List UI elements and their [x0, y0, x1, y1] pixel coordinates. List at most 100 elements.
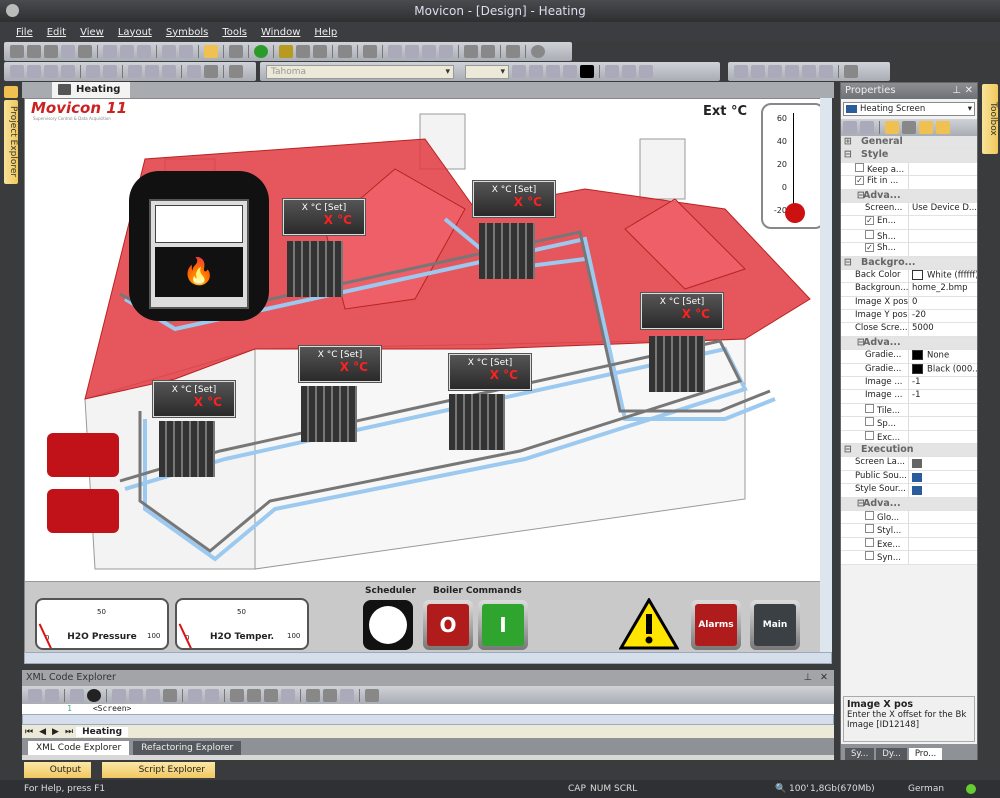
collapse-icon[interactable]: ⊟	[841, 190, 865, 202]
property-row[interactable]: Gradie... None	[841, 350, 977, 364]
radiator[interactable]	[479, 223, 535, 279]
property-value[interactable]: White (ffffff)	[927, 270, 977, 280]
property-row[interactable]: Sh...	[841, 229, 977, 244]
first-sheet-icon[interactable]: ⏮	[22, 727, 36, 737]
screen-canvas[interactable]: Movicon 11 Supervisory Control & Data Ac…	[24, 98, 832, 654]
tag-icon[interactable]	[338, 45, 352, 58]
chevron-down-icon[interactable]: ▾	[968, 103, 972, 115]
pin-icon[interactable]: ⊥	[804, 670, 812, 686]
collapse-icon[interactable]: ⊟	[841, 337, 865, 349]
menu-window[interactable]: Window	[261, 27, 300, 38]
property-row[interactable]: Syn...	[841, 551, 977, 565]
checkbox[interactable]	[855, 162, 864, 172]
property-row[interactable]: Exe...	[841, 537, 977, 552]
tab-heating[interactable]: Heating ✕	[52, 82, 130, 111]
scheduler-button[interactable]	[363, 600, 413, 650]
xml-horizontal-scrollbar[interactable]	[22, 714, 834, 725]
property-row[interactable]: Keep a...	[841, 162, 977, 177]
menu-tools[interactable]: Tools	[222, 27, 247, 38]
redo-icon[interactable]	[179, 45, 193, 58]
collapse-icon[interactable]: ⊟	[841, 257, 855, 269]
checkbox[interactable]	[865, 537, 874, 547]
front-icon[interactable]	[734, 65, 748, 78]
object-selector[interactable]: Heating Screen ▾	[843, 102, 975, 116]
checkbox[interactable]	[865, 403, 874, 413]
cut-icon[interactable]	[103, 45, 117, 58]
property-row[interactable]: Style Sour...	[841, 484, 977, 498]
same-size-icon[interactable]	[162, 65, 176, 78]
property-row[interactable]: Image Y pos -20	[841, 310, 977, 324]
property-row[interactable]: Screen... Use Device D...	[841, 202, 977, 217]
property-value[interactable]: home_2.bmp	[912, 283, 968, 293]
text-color-icon[interactable]	[563, 65, 577, 78]
script-explorer-tab[interactable]: Script Explorer	[102, 762, 215, 778]
radiator[interactable]	[159, 421, 215, 477]
pump-2[interactable]	[47, 489, 119, 533]
property-row[interactable]: ⊟ Backgro...	[841, 256, 977, 270]
fill-color-icon[interactable]	[580, 65, 594, 78]
redo-icon[interactable]	[205, 688, 219, 702]
import-icon[interactable]	[405, 45, 419, 58]
clear-bookmarks-icon[interactable]	[281, 688, 295, 702]
property-row[interactable]: Close Scre... 5000	[841, 323, 977, 337]
same-height-icon[interactable]	[145, 65, 159, 78]
bookmark-icon[interactable]	[230, 688, 244, 702]
property-row[interactable]: Gradie... Black (000...	[841, 363, 977, 378]
bold-icon[interactable]	[512, 65, 526, 78]
image-icon[interactable]	[388, 45, 402, 58]
property-row[interactable]: ⊞ General	[841, 136, 977, 150]
align-left-icon[interactable]	[10, 65, 24, 78]
property-row[interactable]: Backgroun... home_2.bmp	[841, 283, 977, 297]
tab-symbols[interactable]: Sy...	[845, 748, 875, 760]
setpoint-display[interactable]: X °C [Set] X °C	[641, 293, 723, 329]
canvas-vertical-scrollbar[interactable]	[820, 98, 832, 652]
setpoint-display[interactable]: X °C [Set] X °C	[473, 181, 555, 217]
setpoint-display[interactable]: X °C [Set] X °C	[299, 346, 381, 382]
checkbox[interactable]	[865, 551, 874, 561]
lock-icon[interactable]	[802, 65, 816, 78]
radiator[interactable]	[301, 386, 357, 442]
apply-icon[interactable]	[843, 121, 857, 134]
pin-icon[interactable]: ⊥	[952, 83, 961, 99]
property-row[interactable]: Sp...	[841, 417, 977, 431]
boiler-off-button[interactable]: O	[423, 600, 473, 650]
font-size-combo[interactable]	[465, 64, 509, 79]
tab-properties[interactable]: Pro...	[908, 748, 943, 760]
property-row[interactable]: Public Sou...	[841, 470, 977, 485]
grid-icon[interactable]	[187, 65, 201, 78]
property-row[interactable]: ⊟ Adva...	[841, 497, 977, 511]
gear-icon[interactable]	[279, 45, 293, 58]
toolbox-tab[interactable]: Toolbox	[982, 84, 998, 154]
property-row[interactable]: ⊟ Execution	[841, 443, 977, 458]
property-value[interactable]: 0	[912, 297, 917, 307]
checkbox[interactable]	[865, 229, 874, 239]
select-all-icon[interactable]	[163, 688, 177, 702]
tab-refactoring-explorer[interactable]: Refactoring Explorer	[133, 741, 242, 755]
xml-code-editor[interactable]: 1 <Screen>	[22, 704, 834, 714]
property-value[interactable]: Use Device D...	[912, 203, 977, 213]
categorized-icon[interactable]	[885, 121, 899, 134]
property-value[interactable]: Black (000...	[927, 364, 977, 374]
paste-icon[interactable]	[146, 688, 160, 702]
collapse-icon[interactable]: ⊟	[841, 149, 855, 161]
back-icon[interactable]	[751, 65, 765, 78]
text-left-icon[interactable]	[605, 65, 619, 78]
same-width-icon[interactable]	[128, 65, 142, 78]
property-row[interactable]: Glo...	[841, 510, 977, 525]
radiator[interactable]	[449, 394, 505, 450]
property-value[interactable]: 5000	[912, 323, 934, 333]
corner-icon[interactable]	[229, 65, 243, 78]
text-right-icon[interactable]	[639, 65, 653, 78]
checkbox[interactable]: ✓	[865, 243, 874, 253]
copy-icon[interactable]	[129, 688, 143, 702]
property-value[interactable]: -1	[912, 390, 920, 400]
check-icon[interactable]	[28, 688, 42, 702]
find-icon[interactable]	[464, 45, 478, 58]
tab-dynamic[interactable]: Dy...	[876, 748, 907, 760]
zoom-icon[interactable]	[481, 45, 495, 58]
underline-icon[interactable]	[546, 65, 560, 78]
menu-file[interactable]: File	[16, 27, 33, 38]
next-bookmark-icon[interactable]	[264, 688, 278, 702]
run-icon[interactable]	[254, 45, 268, 58]
tab-xml-code-explorer[interactable]: XML Code Explorer	[28, 741, 130, 755]
